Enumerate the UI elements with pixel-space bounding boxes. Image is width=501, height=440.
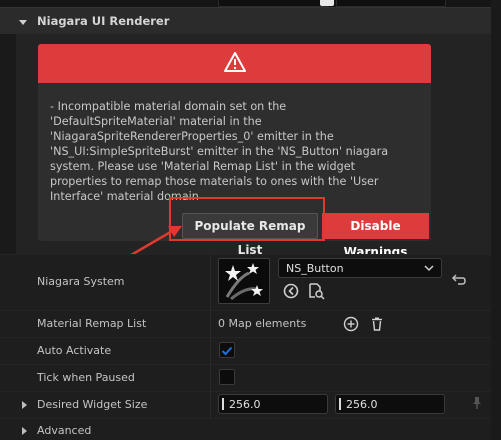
desired-widget-size-x-value: 256.0 (229, 398, 261, 411)
pin-icon[interactable] (469, 395, 485, 411)
collapse-arrow-icon[interactable] (19, 20, 27, 25)
column-divider (210, 255, 211, 310)
disable-warnings-button[interactable]: Disable Warnings (322, 213, 429, 259)
column-divider (210, 338, 211, 364)
auto-activate-label: Auto Activate (37, 344, 112, 357)
axis-indicator-bar (339, 398, 341, 410)
niagara-system-value: NS_Button (286, 262, 344, 275)
expand-arrow-icon[interactable] (22, 401, 27, 409)
top-field-left[interactable] (218, 0, 328, 7)
browse-asset-icon[interactable] (307, 282, 325, 300)
row-advanced[interactable]: Advanced (0, 418, 501, 440)
populate-remap-list-button[interactable]: Populate Remap List (182, 213, 318, 257)
warning-banner (38, 44, 431, 83)
niagara-system-label: Niagara System (37, 275, 125, 288)
desired-widget-size-x-field[interactable]: 256.0 (218, 394, 328, 414)
material-remap-count: 0 Map elements (218, 317, 307, 330)
auto-activate-checkbox[interactable] (219, 342, 235, 358)
section-title: Niagara UI Renderer (37, 14, 170, 28)
sparkle-stars-icon (225, 263, 263, 301)
row-material-remap-list: Material Remap List 0 Map elements (0, 310, 501, 337)
add-element-icon[interactable] (343, 316, 359, 332)
niagara-system-dropdown[interactable]: NS_Button (278, 258, 442, 278)
column-divider (210, 311, 211, 337)
niagara-system-thumbnail[interactable] (218, 258, 270, 304)
advanced-label: Advanced (37, 424, 92, 437)
desired-widget-size-label: Desired Widget Size (37, 398, 148, 411)
desired-widget-size-y-field[interactable]: 256.0 (335, 394, 445, 414)
checkmark-icon (221, 346, 233, 356)
reset-to-default-icon[interactable] (449, 272, 467, 290)
chevron-down-icon (424, 265, 434, 272)
column-divider (210, 365, 211, 391)
trash-icon[interactable] (369, 316, 385, 332)
warning-message: - Incompatible material domain set on th… (50, 100, 389, 203)
expand-arrow-icon[interactable] (22, 427, 27, 435)
use-selected-asset-icon[interactable] (282, 282, 300, 300)
axis-indicator-bar (222, 398, 224, 410)
top-field-right[interactable] (336, 0, 446, 7)
row-tick-when-paused: Tick when Paused (0, 364, 501, 391)
color-swatch[interactable] (320, 0, 334, 6)
section-header[interactable]: Niagara UI Renderer (0, 7, 501, 34)
row-auto-activate: Auto Activate (0, 337, 501, 364)
desired-widget-size-y-value: 256.0 (346, 398, 378, 411)
material-remap-list-label: Material Remap List (37, 317, 147, 330)
top-strip (0, 0, 501, 7)
tick-when-paused-label: Tick when Paused (37, 371, 135, 384)
scrollbar-track[interactable] (491, 0, 501, 440)
warning-triangle-icon (224, 52, 246, 72)
column-divider (210, 392, 211, 418)
tick-when-paused-checkbox[interactable] (219, 369, 235, 385)
